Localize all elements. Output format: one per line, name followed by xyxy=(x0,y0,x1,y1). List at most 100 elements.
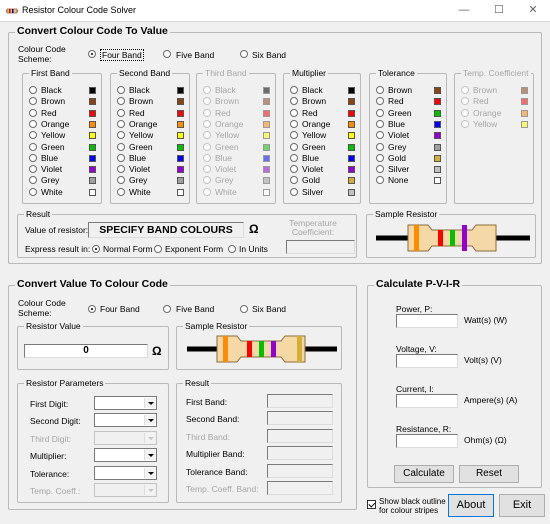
radio-icon[interactable] xyxy=(29,176,37,185)
band-option-grey[interactable]: Grey xyxy=(23,175,101,186)
band-option-black[interactable]: Black xyxy=(111,85,189,96)
radio-icon[interactable] xyxy=(290,97,298,106)
radio-icon[interactable] xyxy=(376,131,384,140)
param-select[interactable] xyxy=(94,396,157,410)
radio-icon[interactable] xyxy=(92,245,100,253)
radio-icon[interactable] xyxy=(290,86,298,94)
radio-icon[interactable] xyxy=(163,50,171,58)
radio-icon[interactable] xyxy=(88,50,96,58)
band-option-blue[interactable]: Blue xyxy=(370,119,446,130)
band-option-yellow[interactable]: Yellow xyxy=(111,130,189,141)
about-button[interactable]: About xyxy=(448,494,494,517)
band-option-red[interactable]: Red xyxy=(370,96,446,107)
band-option-silver[interactable]: Silver xyxy=(284,187,360,198)
band-option-yellow[interactable]: Yellow xyxy=(284,130,360,141)
chevron-down-icon[interactable] xyxy=(144,450,155,461)
param-select[interactable] xyxy=(94,448,157,463)
radio-icon[interactable] xyxy=(29,108,37,117)
chevron-down-icon[interactable] xyxy=(144,467,155,478)
band-option-green[interactable]: Green xyxy=(111,142,189,153)
radio-icon[interactable] xyxy=(240,50,248,58)
radio-icon[interactable] xyxy=(117,153,125,162)
band-option-silver[interactable]: Silver xyxy=(370,164,446,175)
band-option-yellow[interactable]: Yellow xyxy=(23,130,101,141)
radio-icon[interactable] xyxy=(376,108,384,117)
band-option-green[interactable]: Green xyxy=(370,108,446,119)
radio-icon[interactable] xyxy=(376,176,384,185)
chevron-down-icon[interactable] xyxy=(144,415,155,426)
radio-icon[interactable] xyxy=(376,86,384,94)
band-option-green[interactable]: Green xyxy=(23,142,101,153)
radio-icon[interactable] xyxy=(290,165,298,174)
pvir-field-input[interactable] xyxy=(396,434,458,448)
radio-icon[interactable] xyxy=(88,305,96,313)
band-option-green[interactable]: Green xyxy=(284,142,360,153)
radio-icon[interactable] xyxy=(29,165,37,174)
pvir-field-input[interactable] xyxy=(396,394,458,408)
vtc-scheme-five-band[interactable]: Five Band xyxy=(163,304,223,315)
band-option-red[interactable]: Red xyxy=(111,108,189,119)
pvir-field-input[interactable] xyxy=(396,354,458,368)
radio-icon[interactable] xyxy=(376,97,384,106)
radio-icon[interactable] xyxy=(290,142,298,151)
radio-icon[interactable] xyxy=(29,97,37,106)
radio-icon[interactable] xyxy=(290,187,298,196)
radio-icon[interactable] xyxy=(376,153,384,162)
param-select[interactable] xyxy=(94,413,157,428)
band-option-brown[interactable]: Brown xyxy=(370,85,446,96)
band-option-grey[interactable]: Grey xyxy=(111,175,189,186)
radio-icon[interactable] xyxy=(117,97,125,106)
vtc-scheme-six-band[interactable]: Six Band xyxy=(240,304,300,315)
band-option-orange[interactable]: Orange xyxy=(284,119,360,130)
radio-icon[interactable] xyxy=(117,108,125,117)
band-option-gold[interactable]: Gold xyxy=(370,153,446,164)
radio-icon[interactable] xyxy=(117,187,125,196)
vtc-scheme-four-band[interactable]: Four Band xyxy=(88,304,148,315)
radio-icon[interactable] xyxy=(29,153,37,162)
band-option-brown[interactable]: Brown xyxy=(284,96,360,107)
radio-icon[interactable] xyxy=(376,119,384,128)
band-option-brown[interactable]: Brown xyxy=(111,96,189,107)
radio-icon[interactable] xyxy=(240,305,248,313)
radio-icon[interactable] xyxy=(29,187,37,196)
radio-icon[interactable] xyxy=(290,176,298,185)
scheme-four-band[interactable]: Four Band xyxy=(88,49,168,61)
band-option-gold[interactable]: Gold xyxy=(284,175,360,186)
radio-icon[interactable] xyxy=(117,131,125,140)
chevron-down-icon[interactable] xyxy=(144,398,155,408)
band-option-white[interactable]: White xyxy=(23,187,101,198)
reset-button[interactable]: Reset xyxy=(459,465,519,483)
band-option-black[interactable]: Black xyxy=(284,85,360,96)
minimize-button[interactable]: — xyxy=(448,0,480,22)
band-option-none[interactable]: None xyxy=(370,175,446,186)
band-option-white[interactable]: White xyxy=(111,187,189,198)
calculate-button[interactable]: Calculate xyxy=(394,465,454,483)
radio-icon[interactable] xyxy=(228,245,236,253)
title-bar[interactable]: Resistor Colour Code Solver — ☐ ✕ xyxy=(0,0,550,22)
band-option-red[interactable]: Red xyxy=(23,108,101,119)
radio-icon[interactable] xyxy=(376,142,384,151)
band-option-brown[interactable]: Brown xyxy=(23,96,101,107)
param-select[interactable] xyxy=(94,465,157,480)
band-option-black[interactable]: Black xyxy=(23,85,101,96)
pvir-field-input[interactable] xyxy=(396,314,458,328)
scheme-six-band[interactable]: Six Band xyxy=(240,49,320,60)
scheme-five-band[interactable]: Five Band xyxy=(163,49,243,60)
radio-icon[interactable] xyxy=(290,153,298,162)
band-option-blue[interactable]: Blue xyxy=(23,153,101,164)
resistor-value-input[interactable]: 0 xyxy=(24,344,148,358)
band-option-blue[interactable]: Blue xyxy=(284,153,360,164)
radio-icon[interactable] xyxy=(117,86,125,94)
band-option-grey[interactable]: Grey xyxy=(370,142,446,153)
radio-icon[interactable] xyxy=(29,119,37,128)
band-option-violet[interactable]: Violet xyxy=(111,164,189,175)
radio-icon[interactable] xyxy=(117,119,125,128)
band-option-violet[interactable]: Violet xyxy=(284,164,360,175)
radio-icon[interactable] xyxy=(163,305,171,313)
radio-icon[interactable] xyxy=(290,131,298,140)
band-option-violet[interactable]: Violet xyxy=(370,130,446,141)
radio-icon[interactable] xyxy=(376,165,384,174)
band-option-red[interactable]: Red xyxy=(284,108,360,119)
radio-icon[interactable] xyxy=(29,142,37,151)
express-exponent-form[interactable]: Exponent Form xyxy=(154,244,226,255)
